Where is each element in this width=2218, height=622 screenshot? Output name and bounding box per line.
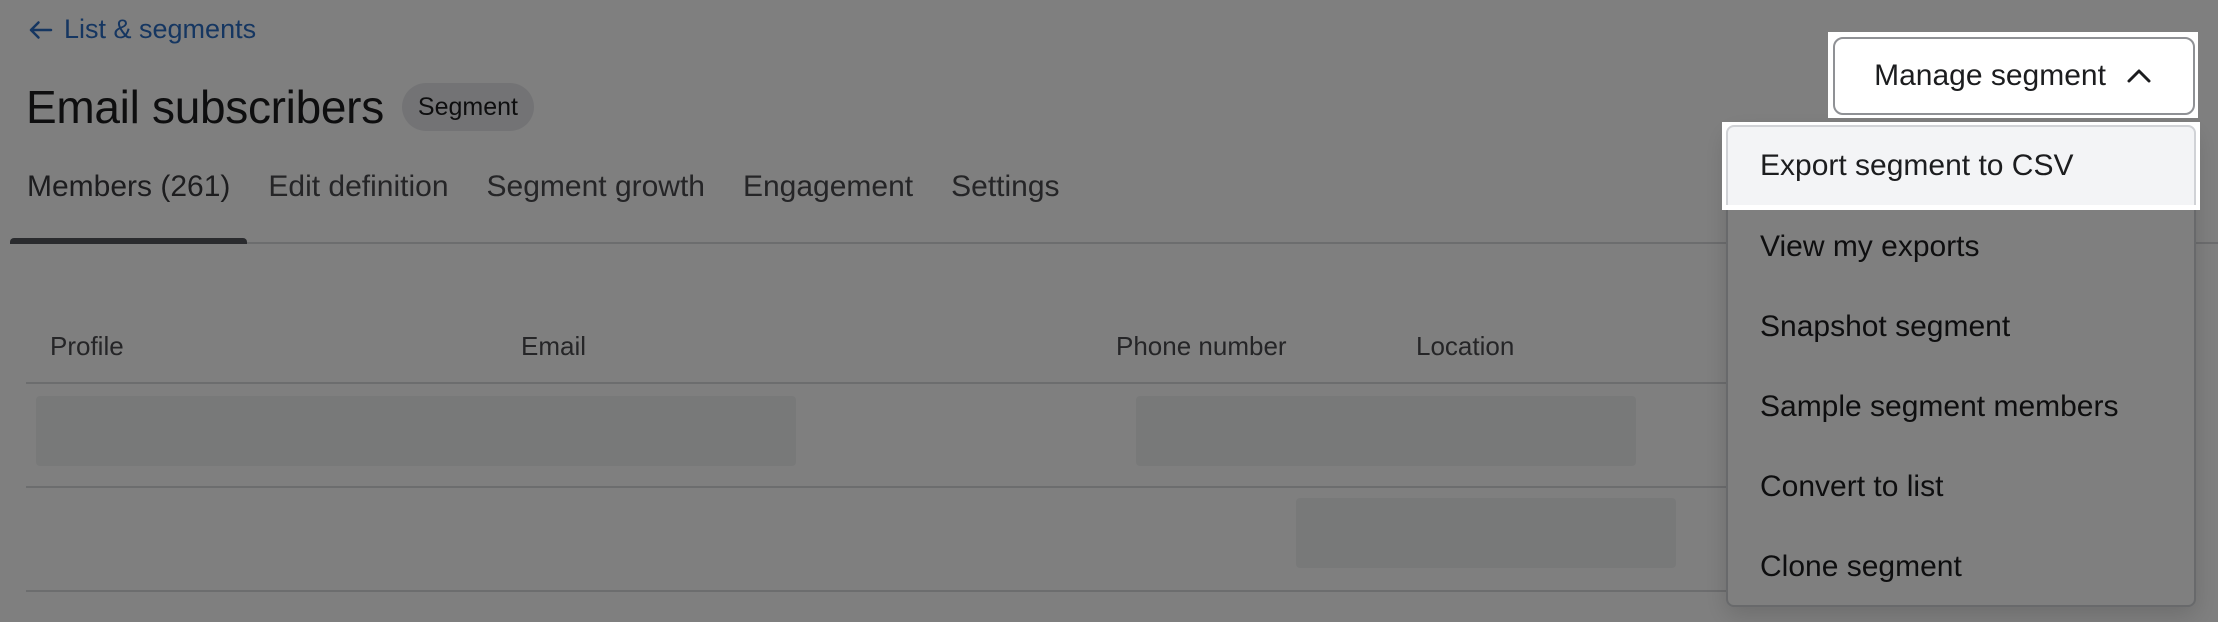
tab-members[interactable]: Members (261) xyxy=(10,160,248,244)
table-row[interactable] xyxy=(26,384,1726,488)
loading-placeholder xyxy=(1136,396,1636,466)
loading-placeholder xyxy=(1296,498,1676,568)
back-link-label: List & segments xyxy=(64,14,257,44)
manage-segment-button[interactable]: Manage segment xyxy=(1833,37,2195,115)
tab-settings[interactable]: Settings xyxy=(934,160,1076,242)
menu-item-view-exports[interactable]: View my exports xyxy=(1728,207,2194,287)
column-header-phone[interactable]: Phone number xyxy=(1116,331,1416,362)
page-title: Email subscribers xyxy=(26,81,384,133)
loading-placeholder xyxy=(36,396,796,466)
chevron-up-icon xyxy=(2127,69,2151,83)
tab-edit-definition[interactable]: Edit definition xyxy=(251,160,465,242)
members-table: Profile Email Phone number Location xyxy=(26,310,1726,592)
segment-page: List & segments Email subscribers Segmen… xyxy=(0,0,2218,622)
table-header: Profile Email Phone number Location xyxy=(26,310,1726,384)
tab-segment-growth[interactable]: Segment growth xyxy=(470,160,722,242)
column-header-location[interactable]: Location xyxy=(1416,331,1716,362)
menu-item-snapshot[interactable]: Snapshot segment xyxy=(1728,287,2194,367)
arrow-left-icon xyxy=(29,20,53,39)
segment-badge: Segment xyxy=(401,83,534,131)
menu-item-sample-members[interactable]: Sample segment members xyxy=(1728,367,2194,447)
tab-engagement[interactable]: Engagement xyxy=(726,160,930,242)
table-row[interactable] xyxy=(26,488,1726,592)
column-header-profile[interactable]: Profile xyxy=(26,331,521,362)
menu-item-clone[interactable]: Clone segment xyxy=(1728,527,2194,607)
highlighted-export-csv-item[interactable]: Export segment to CSV xyxy=(1726,125,2196,205)
column-header-email[interactable]: Email xyxy=(521,331,1116,362)
manage-segment-label: Manage segment xyxy=(1874,59,2106,92)
menu-item-convert-to-list[interactable]: Convert to list xyxy=(1728,447,2194,527)
title-row: Email subscribers Segment xyxy=(26,80,534,134)
back-to-lists-link[interactable]: List & segments xyxy=(26,14,256,45)
